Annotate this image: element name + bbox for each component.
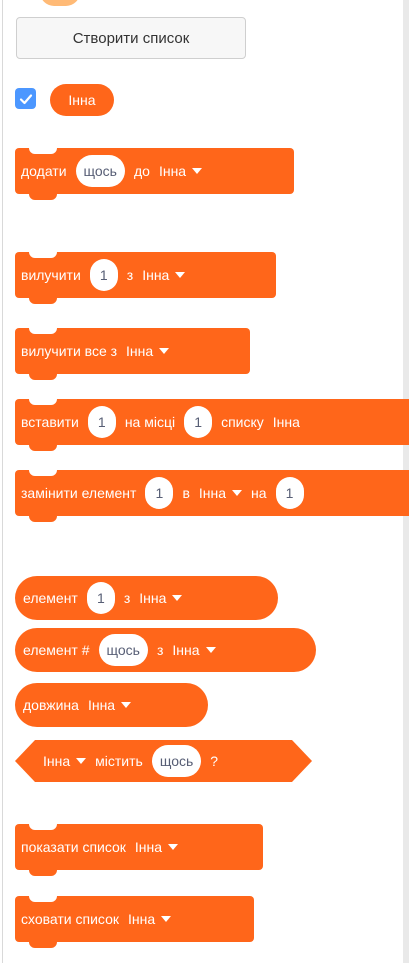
block-label: містить [95,753,143,769]
block-label: в [182,485,190,501]
number-input[interactable]: 1 [145,477,174,509]
delete-all-block[interactable]: вилучити все з Інна [15,328,250,380]
scrolled-block-edge [40,0,80,6]
length-of-list-block[interactable]: довжина Інна [15,683,208,727]
block-label: на [251,485,267,501]
block-label: списку [221,414,264,430]
block-label: вставити [21,414,79,430]
list-reporter-block[interactable]: Інна [50,84,114,116]
chevron-down-icon [159,348,170,354]
show-list-block[interactable]: показати список Інна [15,824,263,876]
checkmark-icon [19,93,32,104]
list-dropdown[interactable]: Інна [198,485,243,501]
list-dropdown[interactable]: Інна [43,753,86,769]
item-index-block[interactable]: елемент # щось з Інна [15,628,316,672]
chevron-down-icon [232,490,243,496]
text-input[interactable]: щось [98,634,148,666]
list-dropdown-label: Інна [272,414,300,430]
text-input[interactable]: 1 [87,406,116,438]
question-mark: ? [210,753,219,769]
list-dropdown-label: Інна [198,485,227,501]
list-dropdown-label: Інна [139,590,167,606]
block-label: до [133,163,150,179]
list-dropdown-label: Інна [127,911,156,927]
block-label: на місці [124,414,176,430]
chevron-down-icon [205,647,216,653]
block-label: елемент # [23,642,90,658]
insert-at-block[interactable]: вставити 1 на місці 1 списку Інна [15,399,409,451]
list-dropdown[interactable]: Інна [142,267,186,283]
block-label: вилучити [21,267,81,283]
replace-item-block[interactable]: замінити елемент 1 в Інна на 1 [15,470,409,522]
hide-list-block[interactable]: сховати список Інна [15,896,254,948]
list-contains-block[interactable]: Інна містить щось ? [15,740,312,782]
block-label: з [156,642,164,658]
list-dropdown-label: Інна [142,267,170,283]
block-label: з [123,590,131,606]
number-input[interactable]: 1 [184,406,213,438]
delete-of-list-block[interactable]: вилучити 1 з Інна [15,252,276,304]
list-dropdown[interactable]: Інна [273,414,300,430]
block-label: показати список [21,839,126,855]
palette-left-border [2,0,3,963]
item-of-list-block[interactable]: елемент 1 з Інна [15,576,278,620]
number-input[interactable]: 1 [89,259,118,291]
chevron-down-icon [121,702,132,708]
list-dropdown-label: Інна [172,642,200,658]
list-dropdown[interactable]: Інна [87,697,132,713]
block-label: сховати список [21,911,119,927]
text-input[interactable]: щось [152,745,201,777]
list-dropdown[interactable]: Інна [126,343,170,359]
chevron-down-icon [161,916,172,922]
chevron-down-icon [76,758,86,764]
list-visibility-checkbox[interactable] [15,88,36,109]
list-dropdown-label: Інна [134,839,163,855]
list-dropdown[interactable]: Інна [134,839,179,855]
chevron-down-icon [192,168,203,174]
chevron-down-icon [175,272,186,278]
block-label: з [126,267,134,283]
list-dropdown[interactable]: Інна [172,642,216,658]
text-input[interactable]: щось [75,155,125,187]
list-dropdown-label: Інна [43,753,71,769]
number-input[interactable]: 1 [86,582,115,614]
block-label: елемент [23,590,78,606]
block-label: довжина [23,697,79,713]
list-dropdown-label: Інна [87,697,116,713]
list-dropdown[interactable]: Інна [139,590,183,606]
list-dropdown-label: Інна [126,343,154,359]
list-dropdown-label: Інна [158,163,187,179]
list-dropdown[interactable]: Інна [158,163,203,179]
text-input[interactable]: 1 [275,477,304,509]
block-label: замінити елемент [21,485,137,501]
chevron-down-icon [172,595,183,601]
list-dropdown[interactable]: Інна [127,911,172,927]
block-label: додати [21,163,67,179]
block-label: вилучити все з [21,343,118,359]
chevron-down-icon [168,844,179,850]
make-list-button[interactable]: Створити список [16,17,246,59]
add-to-list-block[interactable]: додати щось до Інна [15,148,294,200]
